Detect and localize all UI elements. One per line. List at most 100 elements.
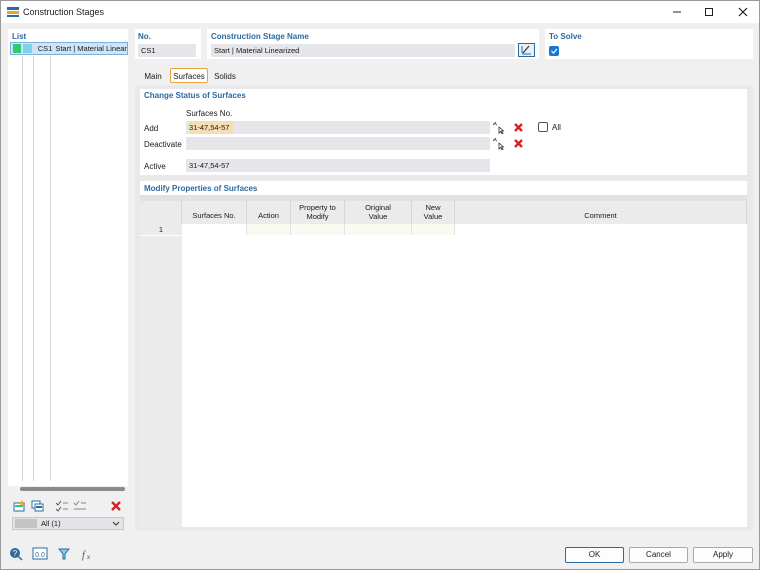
svg-text:0.0: 0.0 [35,552,45,559]
svg-text:x: x [87,555,90,561]
column-header-new-value[interactable]: New Value [412,201,455,224]
column-header-text: New [425,203,441,212]
column-header-text: Value [423,212,443,221]
select-deactivate-surfaces-button[interactable] [492,137,506,150]
cell-action[interactable] [247,224,291,235]
apply-button[interactable]: Apply [693,547,753,563]
column-header-text: Modify [306,212,329,221]
cell-property[interactable] [291,224,345,235]
column-header-text: Action [258,211,279,220]
to-solve-panel: To Solve [545,29,753,59]
help-icon: ? [10,547,23,561]
change-status-section: Change Status of Surfaces Surfaces No. A… [140,89,747,175]
maximize-icon [705,8,713,16]
add-field-value: 31-47,54-57 [189,121,234,134]
cell-new-value[interactable] [412,224,455,235]
change-status-title: Change Status of Surfaces [144,91,246,100]
list-divider [22,56,23,481]
tab-main[interactable]: Main [138,69,168,84]
column-header-action[interactable]: Action [247,201,291,224]
graphic-select-button[interactable] [55,546,73,561]
delete-stage-button[interactable] [107,498,125,513]
stage-number-field[interactable]: CS1 [138,44,196,57]
column-header-text: Value [368,212,388,221]
stage-name-field[interactable]: Start | Material Linearized [211,44,515,57]
deactivate-field[interactable] [186,137,490,150]
uncheck-all-button[interactable] [71,498,89,513]
list-filter-select[interactable]: All (1) [12,517,124,530]
to-solve-checkbox[interactable] [549,46,559,56]
select-add-surfaces-button[interactable] [492,121,506,134]
column-header-surfaces-no[interactable]: Surfaces No. [182,201,247,224]
column-header-comment[interactable]: Comment [455,201,747,224]
add-label: Add [144,124,159,133]
name-panel: Construction Stage Name Start | Material… [207,29,539,59]
column-header-text: Property to [299,203,336,212]
row-number: 1 [140,224,182,235]
clear-add-button[interactable] [511,121,525,134]
table-row[interactable]: 1 [140,224,747,235]
title-bar: Construction Stages [1,1,759,23]
pick-cursor-icon [493,137,505,150]
column-header-text: Original [365,203,391,212]
app-icon [7,7,19,17]
tab-content: Change Status of Surfaces Surfaces No. A… [135,85,753,531]
chevron-down-icon [112,521,120,526]
filter-color-swatch [15,519,37,528]
stage-type-icon [23,44,32,53]
check-all-button[interactable] [53,498,71,513]
window-title: Construction Stages [23,7,105,17]
to-solve-title: To Solve [549,32,582,41]
column-header-property[interactable]: Property to Modify [291,201,345,224]
formula-icon: fx [82,550,90,561]
svg-text:?: ? [13,549,18,558]
clear-deactivate-button[interactable] [511,137,525,150]
edit-name-button[interactable] [518,43,535,57]
add-field[interactable]: 31-47,54-57 [186,121,490,134]
stage-color-icon [13,44,22,53]
copy-icon [31,500,44,511]
list-divider [50,56,51,481]
modify-properties-section: Modify Properties of Surfaces Surfaces N… [140,181,747,527]
column-header-original-value[interactable]: Original Value [345,201,412,224]
modify-properties-title: Modify Properties of Surfaces [144,184,258,193]
column-header-text: Surfaces No. [192,211,236,220]
copy-stage-button[interactable] [29,498,47,513]
list-item-code: CS1 [37,44,53,53]
minimize-button[interactable] [661,1,693,23]
maximize-button[interactable] [693,1,725,23]
new-stage-button[interactable] [11,498,29,513]
all-label: All [552,123,561,132]
name-panel-title: Construction Stage Name [211,32,309,41]
active-field: 31-47,54-57 [186,159,490,172]
pick-cursor-icon [493,121,505,134]
surfaces-no-header: Surfaces No. [186,109,233,118]
minimize-icon [673,11,681,13]
formula-button[interactable]: fx [78,546,96,561]
active-label: Active [144,162,166,171]
help-button[interactable]: ? [7,546,25,561]
list-panel: List CS1 Start | Material Lineariz [8,29,128,491]
list-item[interactable]: CS1 Start | Material Lineariz [10,42,128,55]
delete-icon [513,139,523,148]
edit-text-icon [521,45,531,55]
close-button[interactable] [727,1,759,23]
new-item-icon [13,499,25,511]
uncheck-list-icon [73,500,86,509]
column-header-text: Comment [584,211,617,220]
list-scrollbar[interactable] [20,487,125,491]
cancel-button[interactable]: Cancel [629,547,688,563]
all-checkbox[interactable] [538,122,548,132]
tab-solids[interactable]: Solids [210,69,240,84]
units-button[interactable]: 0.0 [31,546,49,561]
cell-original-value [345,224,412,235]
delete-icon [513,123,523,132]
close-icon [738,7,748,17]
checkmark-icon [551,48,558,54]
tab-surfaces[interactable]: Surfaces [170,68,208,83]
list-item-label: Start | Material Lineariz [55,44,127,53]
cell-surfaces-no[interactable] [182,224,247,235]
ok-button[interactable]: OK [565,547,624,563]
cell-comment[interactable] [455,224,747,235]
filter-value: All (1) [41,519,61,528]
